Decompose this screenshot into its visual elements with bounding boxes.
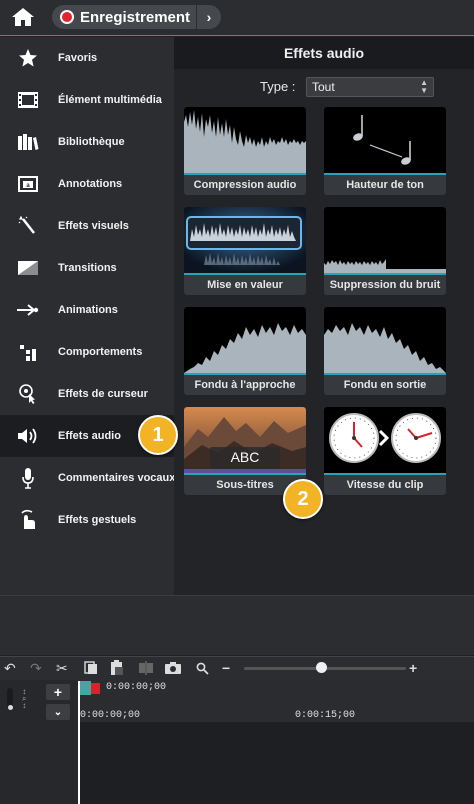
cursor-icon [14,380,42,408]
annotation-icon: a [14,170,42,198]
effect-card-pitch[interactable]: Hauteur de ton [324,107,446,195]
speaker-icon [14,422,42,450]
playhead-line[interactable] [78,681,80,804]
camera-icon[interactable] [164,659,182,677]
type-filter-value: Tout [312,80,335,94]
record-button[interactable]: Enregistrement [52,5,196,29]
animation-arrow-icon [14,296,42,324]
sidebar-item-label: Animations [58,304,118,316]
select-arrows-icon: ▲ ▼ [420,78,428,95]
noise-removal-thumbnail [324,207,446,275]
step-badge-2: 2 [283,479,323,519]
sidebar-item-label: Favoris [58,52,98,64]
sidebar-item-cursor-effects[interactable]: Effets de curseur [0,373,174,415]
track-height-knob[interactable] [8,705,13,710]
effect-card-noise-removal[interactable]: Suppression du bruit [324,207,446,295]
audio-effects-panel: Effets audio Type : Tout ▲ ▼ Compression … [174,37,474,595]
zoom-magnifier-icon [196,659,209,677]
playhead-out-marker[interactable] [91,683,100,694]
sidebar-item-transitions[interactable]: Transitions [0,247,174,289]
panel-title: Effets audio [174,37,474,69]
sidebar-item-label: Annotations [58,178,123,190]
split-icon[interactable] [138,659,154,677]
effect-card-compression[interactable]: Compression audio [184,107,306,195]
type-filter-select[interactable]: Tout ▲ ▼ [306,77,434,97]
clip-speed-thumbnail [324,407,446,475]
top-bar: Enregistrement › [0,0,474,36]
copy-icon[interactable] [84,659,98,677]
track-zoom-icon: ↕ ⌕ ↕ [22,687,27,710]
effect-label: Mise en valeur [207,279,283,291]
effect-card-emphasize[interactable]: Mise en valeur [184,207,306,295]
compression-waveform-thumbnail [184,107,306,175]
fade-out-thumbnail [324,307,446,375]
playhead-handle[interactable] [79,681,91,695]
sidebar-item-label: Comportements [58,346,143,358]
sidebar-item-gesture-effects[interactable]: Effets gestuels [0,499,174,541]
fade-in-thumbnail [184,307,306,375]
transition-icon [14,254,42,282]
sidebar-item-label: Transitions [58,262,117,274]
sidebar: Favoris Élément multimédia Bibliothèque … [0,37,176,595]
effect-card-clip-speed[interactable]: Vitesse du clip [324,407,446,495]
star-icon [14,44,42,72]
sidebar-item-label: Effets audio [58,430,121,442]
effect-label: Fondu en sortie [343,379,427,391]
hand-gesture-icon [14,506,42,534]
sidebar-item-label: Effets gestuels [58,514,137,526]
sidebar-item-label: Commentaires vocaux [58,472,176,484]
sidebar-item-behaviors[interactable]: Comportements [0,331,174,373]
microphone-icon [14,464,42,492]
effect-card-fade-in[interactable]: Fondu à l'approche [184,307,306,395]
redo-icon[interactable]: ↷ [30,659,42,677]
film-icon [14,86,42,114]
type-filter-label: Type : [260,79,296,94]
sidebar-item-voice-narration[interactable]: Commentaires vocaux [0,457,176,499]
paste-icon[interactable] [110,659,124,677]
sidebar-item-animations[interactable]: Animations [0,289,174,331]
sidebar-item-label: Effets visuels [58,220,129,232]
ruler-start-time: 0:00:00;00 [80,710,141,721]
pitch-notes-thumbnail [324,107,446,175]
effect-card-fade-out[interactable]: Fondu en sortie [324,307,446,395]
effect-label: Compression audio [193,179,297,191]
magic-wand-icon [14,212,42,240]
library-icon [14,128,42,156]
record-menu-button[interactable]: › [197,5,221,29]
track-options-button[interactable]: ⌄ [46,704,70,720]
cut-icon[interactable]: ✂ [56,659,68,677]
effect-label: Hauteur de ton [346,179,424,191]
zoom-in-button[interactable]: + [409,659,417,677]
sidebar-item-visual-effects[interactable]: Effets visuels [0,205,174,247]
captions-thumbnail: ABC [184,407,306,475]
sidebar-item-annotations[interactable]: a Annotations [0,163,174,205]
emphasize-waveform-thumbnail [184,207,306,275]
effect-label: Fondu à l'approche [194,379,296,391]
sidebar-item-media[interactable]: Élément multimédia [0,79,174,121]
app-window: Enregistrement › Favoris Élément multimé… [0,0,474,804]
sidebar-item-label: Effets de curseur [58,388,148,400]
effect-label: Vitesse du clip [346,479,424,491]
ruler-mid-time: 0:00:15;00 [295,710,356,721]
record-label: Enregistrement [80,8,191,26]
zoom-out-button[interactable]: − [222,659,230,677]
effect-card-captions[interactable]: ABC Sous-titres [184,407,306,495]
zoom-slider-handle[interactable] [316,662,327,673]
home-icon[interactable] [10,6,36,28]
sidebar-item-label: Élément multimédia [58,94,162,106]
chevron-right-icon: › [206,9,212,25]
step-badge-1: 1 [138,415,178,455]
behaviors-icon [14,338,42,366]
sidebar-item-library[interactable]: Bibliothèque [0,121,174,163]
captions-overlay-text: ABC [230,449,260,465]
sidebar-item-label: Bibliothèque [58,136,125,148]
playhead-time: 0:00:00;00 [106,682,167,693]
canvas-area [0,595,474,655]
record-dot-icon [60,10,74,24]
sidebar-item-favoris[interactable]: Favoris [0,37,174,79]
effect-label: Suppression du bruit [329,279,441,291]
add-track-button[interactable]: + [46,684,70,700]
undo-icon[interactable]: ↶ [4,659,16,677]
